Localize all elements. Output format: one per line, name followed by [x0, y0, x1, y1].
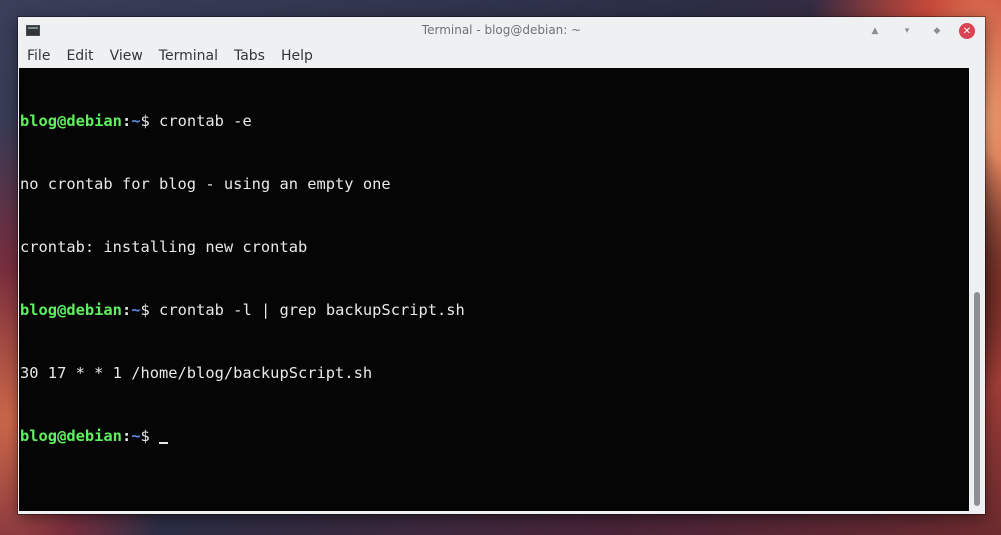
window-title: Terminal - blog@debian: ~	[421, 23, 582, 37]
scrollbar[interactable]	[970, 68, 984, 511]
maximize-icon[interactable]: ◆	[929, 23, 945, 39]
prompt-path: ~	[131, 112, 141, 130]
command-text: crontab -l | grep backupScript.sh	[149, 301, 465, 319]
terminal-line: 30 17 * * 1 /home/blog/backupScript.sh	[20, 364, 373, 382]
terminal-line: blog@debian:~$ crontab -l | grep backupS…	[20, 300, 969, 321]
menu-bar: File Edit View Terminal Tabs Help	[18, 44, 985, 68]
terminal-output[interactable]: blog@debian:~$ crontab -e no crontab for…	[19, 68, 969, 511]
menu-terminal[interactable]: Terminal	[159, 45, 218, 67]
prompt-user: blog@debian	[20, 112, 122, 130]
close-icon[interactable]: ✕	[959, 23, 975, 39]
prompt-path: ~	[131, 301, 141, 319]
prompt-dollar: $	[140, 301, 150, 319]
menu-help[interactable]: Help	[281, 45, 313, 67]
prompt-user: blog@debian	[20, 427, 122, 445]
prompt-colon: :	[121, 427, 132, 445]
prompt-colon: :	[121, 112, 132, 130]
terminal-line: blog@debian:~$ crontab -e	[20, 111, 969, 132]
prompt-user: blog@debian	[20, 301, 122, 319]
keep-above-icon[interactable]: ▲	[867, 23, 883, 39]
prompt-path: ~	[131, 427, 141, 445]
terminal-line: crontab: installing new crontab	[20, 238, 308, 256]
prompt-dollar: $	[140, 112, 150, 130]
terminal-line: no crontab for blog - using an empty one	[20, 175, 391, 193]
minimize-icon[interactable]: ▾	[899, 23, 915, 39]
terminal-window: Terminal - blog@debian: ~ ▲ ▾ ◆ ✕ File E…	[18, 17, 985, 514]
menu-view[interactable]: View	[110, 45, 143, 67]
terminal-line: blog@debian:~$	[20, 426, 969, 447]
command-text	[150, 427, 159, 445]
prompt-colon: :	[121, 301, 132, 319]
title-bar[interactable]: Terminal - blog@debian: ~ ▲ ▾ ◆ ✕	[18, 17, 985, 44]
prompt-dollar: $	[140, 427, 150, 445]
command-text: crontab -e	[149, 112, 252, 130]
text-cursor	[159, 442, 169, 444]
scrollbar-thumb[interactable]	[974, 292, 980, 506]
menu-edit[interactable]: Edit	[66, 45, 93, 67]
menu-file[interactable]: File	[27, 45, 50, 67]
menu-tabs[interactable]: Tabs	[234, 45, 265, 67]
